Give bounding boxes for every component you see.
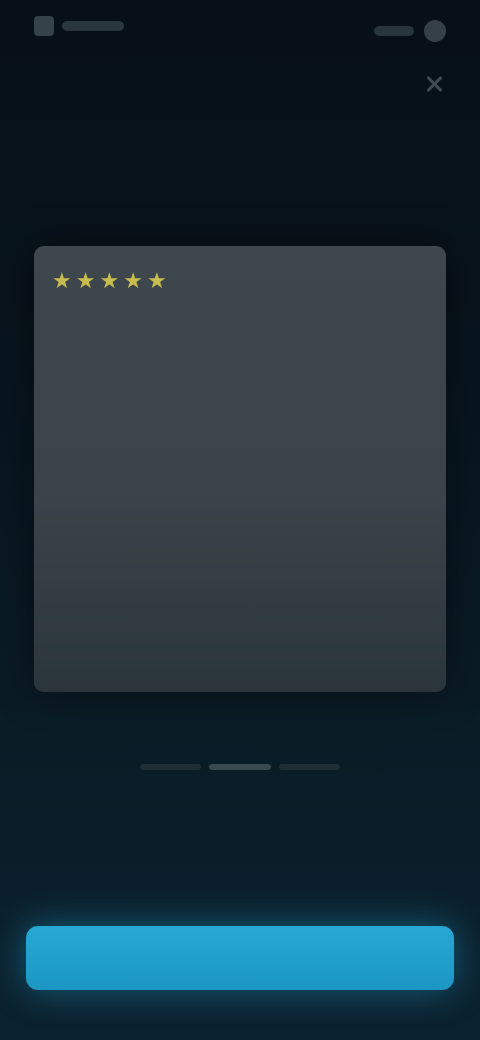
app-name <box>62 21 124 31</box>
carousel-dot[interactable] <box>140 764 202 770</box>
avatar-icon[interactable] <box>424 20 446 42</box>
app-logo[interactable] <box>34 16 124 36</box>
carousel-dot[interactable] <box>209 764 271 770</box>
account-label <box>374 26 414 36</box>
star-icon: ★ <box>75 268 96 293</box>
rating-stars: ★ ★ ★ ★ ★ <box>52 270 167 292</box>
carousel-dot[interactable] <box>278 764 340 770</box>
star-icon: ★ <box>123 268 143 293</box>
top-bar <box>0 0 480 60</box>
review-card: ★ ★ ★ ★ ★ <box>34 246 446 692</box>
carousel-pagination <box>140 760 340 774</box>
primary-cta-button[interactable] <box>26 926 454 990</box>
app-logo-icon <box>34 16 54 36</box>
star-icon: ★ <box>52 268 72 293</box>
account-area[interactable] <box>374 20 446 42</box>
star-icon: ★ <box>146 268 167 293</box>
star-icon: ★ <box>99 268 120 293</box>
close-icon[interactable] <box>422 72 446 96</box>
